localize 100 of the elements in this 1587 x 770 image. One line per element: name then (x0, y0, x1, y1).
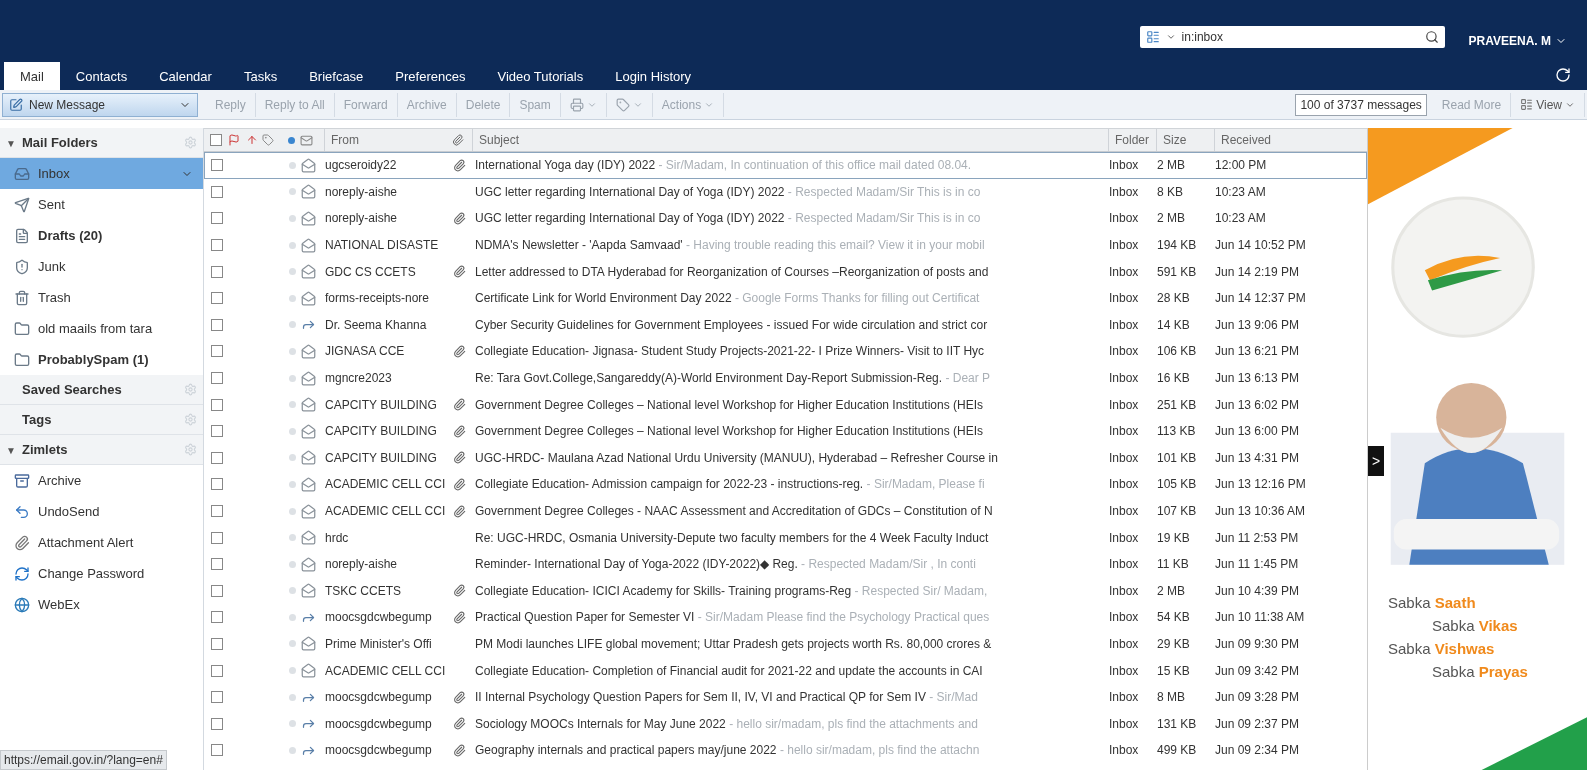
checkbox[interactable] (211, 531, 223, 544)
column-heading[interactable]: Received (1214, 129, 1352, 151)
slogan: Sabka Saath (1388, 594, 1477, 611)
checkbox[interactable] (211, 691, 223, 704)
new-message-button[interactable]: New Message (2, 92, 198, 117)
checkbox[interactable] (211, 744, 223, 757)
paperclip-icon[interactable] (452, 134, 464, 146)
folder-item[interactable]: Archive (0, 465, 203, 496)
refresh-icon (14, 565, 30, 582)
checkbox[interactable] (211, 478, 223, 491)
size: 15 KB (1157, 663, 1191, 678)
tab[interactable]: Calendar (143, 62, 228, 90)
message-row[interactable]: forms-receipts-nore Certificate Link for World Environment Day 2022 - Google Forms Thanks for filling out Certificat Inbox 28 KB Jun 14 12:37 PM (204, 284, 1367, 312)
folder-item[interactable]: Junk (0, 251, 203, 282)
message-row[interactable]: noreply-aishe UGC letter regarding International Day of Yoga (IDY) 2022 - Respected Madam/Sir This is in co Inbox 8 KB 10:23 AM (204, 178, 1367, 206)
shield-icon (14, 258, 30, 275)
message-row[interactable]: TSKC CCETS Collegiate Education- ICICI Academy for Skills- Training programs-Reg - Respected Sir/ Madam, Inbox 2 MB Jun 10 4:39 PM (204, 577, 1367, 605)
search-icon[interactable] (1424, 30, 1439, 44)
checkbox[interactable] (211, 425, 223, 438)
message-row[interactable]: moocsgdcwbegump II Internal Psychology Question Papers for Sem II, IV, VI and Practical QP for Sem IV - Sir/Mad Inbox 8 MB Jun 09 3:28 PM (204, 683, 1367, 711)
message-row[interactable]: JIGNASA CCE Collegiate Education- Jignasa- Student Study Projects-2021-22- I Prize Winners- Visit to IIT Hyc Inbox 106 KB Jun 13 6:21 PM (204, 338, 1367, 365)
folder: Inbox (1109, 530, 1140, 545)
user-menu[interactable]: PRAVEENA. M (1468, 34, 1567, 48)
message-row[interactable]: mgncre2023 Re: Tara Govt.College,Sangareddy(A)-World Environment Day-Report Submission-Reg. - Dear P Inbox 16 KB Jun 13 6:13 PM (204, 364, 1367, 392)
collapse-button[interactable]: > (1368, 446, 1384, 476)
tab[interactable]: Login History (599, 62, 708, 90)
checkbox[interactable] (211, 372, 223, 385)
folder-item[interactable]: Attachment Alert (0, 527, 203, 558)
checkbox[interactable] (211, 451, 223, 464)
checkbox[interactable] (211, 159, 223, 172)
message-row[interactable]: moocsgdcwbegump Geography internals and practical papers may/june 2022 - hello sir/madam, pls find the attachn Inbox 499 KB Jun 09 2:34 PM (204, 737, 1367, 764)
tab[interactable]: Tasks (227, 62, 294, 90)
message-row[interactable]: hrdc Re: UGC-HRDC, Osmania University-Depute two faculty members for the 4 Week Faculty Induct Inbox 19 KB Jun 11 2:53 PM (204, 524, 1367, 551)
read-status-icon[interactable] (288, 136, 295, 144)
message-row[interactable]: moocsgdcwbegump Sociology MOOCs Internals for May June 2022 - hello sir/madam, pls find the attachments and Inbox 131 KB Jun 09 2:37 PM (204, 710, 1367, 738)
message-row[interactable]: noreply-aishe Reminder- International Day of Yoga-2022 (IDY-2022)◆ Reg. - Respected Madam/Sir , In conti Inbox 11 KB Jun 11 1:45 PM (204, 550, 1367, 578)
checkbox[interactable] (211, 265, 223, 278)
message-row[interactable]: ACADEMIC CELL CCI Collegiate Education- Admission campaign for 2022-23 - instructions-reg. - Sir/Madam, Please fi Inbox 105 KB Jun 13 12:16 PM (204, 471, 1367, 498)
folder-item[interactable]: Drafts (20) (0, 220, 203, 251)
checkbox[interactable] (211, 638, 223, 650)
search-bar[interactable]: in:inbox (1139, 26, 1445, 48)
message-row[interactable]: CAPCITY BUILDING UGC-HRDC- Maulana Azad National Urdu University (MANUU), Hyderabad – Refresher Course in Inbox 101 KB Jun 13 4:31 PM (204, 444, 1367, 472)
view-button[interactable]: View (1511, 92, 1585, 117)
checkbox[interactable] (211, 185, 223, 198)
message-row[interactable]: ACADEMIC CELL CCI Government Degree Colleges - NAAC Assessment and Accreditation of GDCs – Constitution of N Inbox 107 KB Jun 13 10:36 AM (204, 497, 1367, 525)
checkbox[interactable] (211, 558, 223, 571)
column-heading[interactable]: From (324, 129, 452, 151)
tab[interactable]: Mail (4, 62, 60, 90)
checkbox[interactable] (211, 212, 223, 225)
folder-item[interactable]: UndoSend (0, 496, 203, 527)
size: 54 KB (1157, 610, 1191, 625)
refresh-icon[interactable] (1555, 67, 1571, 83)
subject: Cyber Security Guidelines for Government Employees - issued For wide circulation and strict cor (474, 317, 989, 332)
tab[interactable]: Briefcase (293, 62, 380, 90)
collapse-arrow[interactable]: ▼ (6, 138, 16, 149)
checkbox[interactable] (211, 239, 223, 252)
folder-item[interactable]: old maails from tara (0, 313, 203, 344)
slogan: Sabka Vishwas (1388, 640, 1496, 657)
folder-item[interactable]: Sent (0, 189, 203, 220)
checkbox[interactable] (211, 664, 223, 677)
collapse-arrow[interactable]: ▼ (6, 445, 16, 456)
envelope-icon[interactable] (300, 133, 313, 147)
message-row[interactable]: ACADEMIC CELL CCI Collegiate Education- Completion of Financial audit for 2021-22 and update the accounts in CAI Inbox 15 KB Jun 09 3:42 PM (204, 657, 1367, 684)
tab[interactable]: Video Tutorials (481, 62, 600, 90)
checkbox[interactable] (211, 505, 223, 517)
section-header[interactable]: Saved Searches (0, 375, 203, 405)
folder-item[interactable]: ProbablySpam (1) (0, 344, 203, 375)
received-time: 10:23 AM (1215, 211, 1267, 226)
column-heading[interactable]: Folder (1108, 129, 1156, 151)
checkbox[interactable] (211, 345, 223, 358)
message-row[interactable]: GDC CS CCETS Letter addressed to DTA Hyderabad for Reorganization of Courses –Reorganization of posts and Inbox 591 KB Jun 14 2:19 PM (204, 258, 1367, 285)
tab[interactable]: Contacts (59, 62, 144, 90)
section-header[interactable]: ▼ Zimlets (0, 435, 203, 465)
section-header[interactable]: ▼ Mail Folders (0, 128, 203, 158)
message-row[interactable]: CAPCITY BUILDING Government Degree Colleges – National level Workshop for Higher Education Institutions (HEIs Inbox 113 KB Jun 13 6:00 PM (204, 417, 1367, 445)
tab[interactable]: Preferences (379, 62, 482, 90)
checkbox[interactable] (211, 292, 223, 305)
select-all-checkbox[interactable] (210, 134, 222, 146)
checkbox[interactable] (211, 584, 223, 597)
priority-icon[interactable] (246, 134, 258, 146)
message-row[interactable]: Dr. Seema Khanna Cyber Security Guidelines for Government Employees - issued For wide circulation and strict cor Inbox 14 KB Jun 13 9:06 PM (204, 311, 1367, 339)
folder-item[interactable]: Inbox (0, 158, 203, 189)
checkbox[interactable] (211, 318, 223, 331)
column-heading[interactable]: Subject (472, 129, 1108, 151)
folder-item[interactable]: WebEx (0, 589, 203, 620)
folder-item[interactable]: Trash (0, 282, 203, 313)
message-row[interactable]: NATIONAL DISASTE NDMA's Newsletter - 'Aapda Samvaad' - Having trouble reading this email? View it in your mobil Inbox 194 KB Jun 14 10:52 PM (204, 231, 1367, 259)
checkbox[interactable] (211, 611, 223, 624)
flag-icon[interactable] (228, 134, 240, 146)
message-row[interactable]: noreply-aishe UGC letter regarding International Day of Yoga (IDY) 2022 - Respected Madam/Sir This is in co Inbox 2 MB 10:23 AM (204, 205, 1367, 232)
folder-item[interactable]: Change Password (0, 558, 203, 589)
tag-icon[interactable] (262, 134, 274, 146)
message-row[interactable]: ugcseroidy22 International Yoga day (IDY) 2022 - Sir/Madam, In continuation of this office mail dated 08.04. Inbox 2 MB 12:00 PM (204, 152, 1367, 179)
checkbox[interactable] (211, 398, 223, 411)
section-header[interactable]: Tags (0, 405, 203, 435)
message-row[interactable]: moocsgdcwbegump Practical Question Paper for Semester VI - Sir/Madam Please find the Psychology Practical ques Inbox 54 KB Jun 10 11:38 AM (204, 604, 1367, 631)
checkbox[interactable] (211, 717, 223, 730)
column-heading[interactable]: Size (1156, 129, 1214, 151)
message-row[interactable]: CAPCITY BUILDING Government Degree Colleges – National level Workshop for Higher Education Institutions (HEIs Inbox 251 KB Jun 13 6:02 PM (204, 391, 1367, 418)
message-row[interactable]: Prime Minister's Offi PM Modi launches LIFE global movement; Uttar Pradesh gets projects worth Rs. 80,000 crores & Inbox 29 KB Jun 09 9:30 PM (204, 630, 1367, 658)
